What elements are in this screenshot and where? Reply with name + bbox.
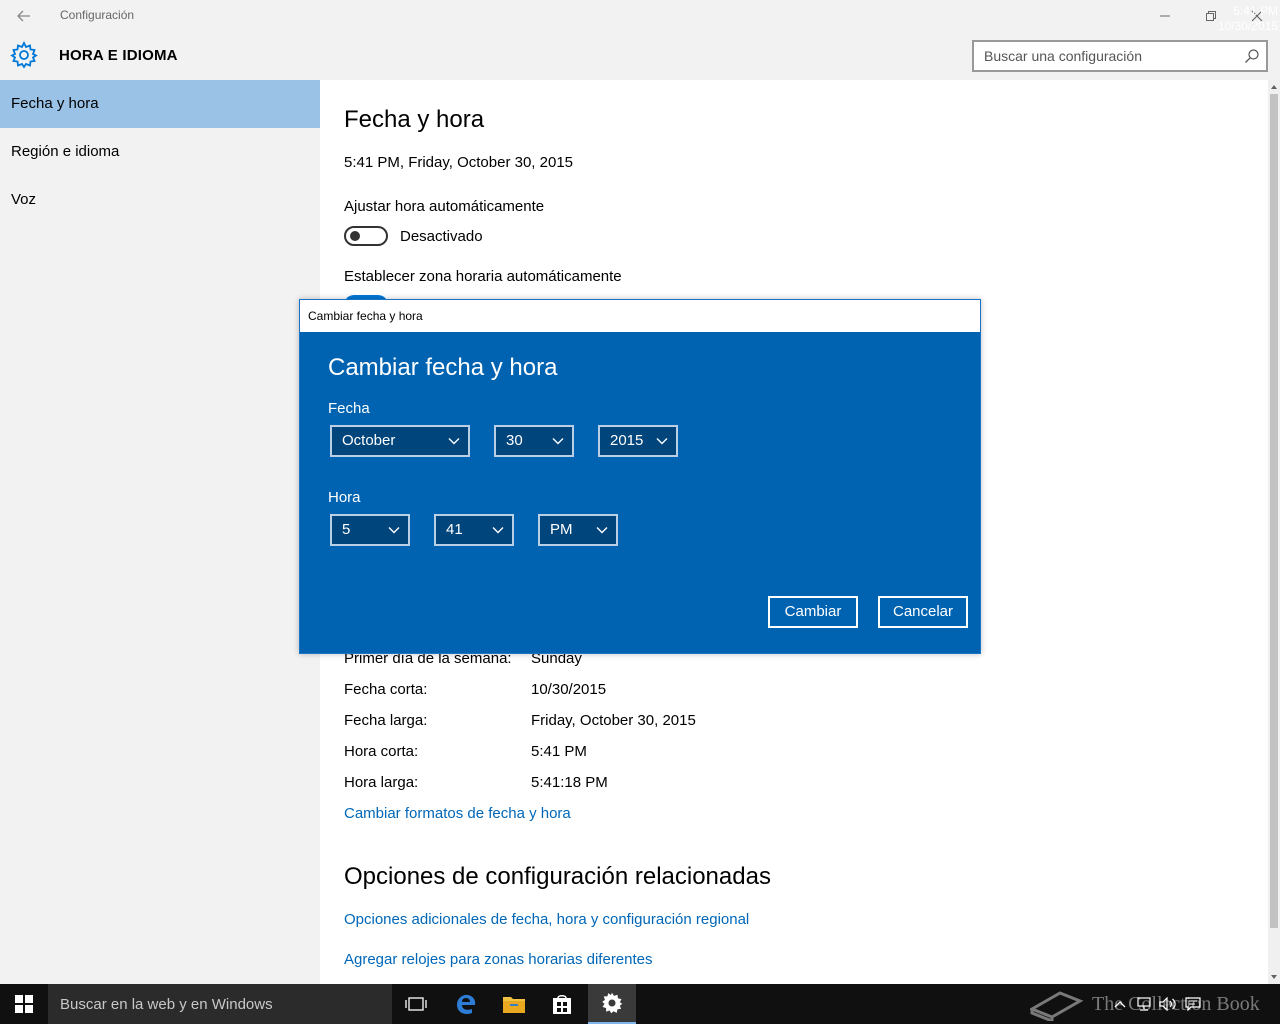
change-formats-link[interactable]: Cambiar formatos de fecha y hora — [344, 805, 571, 822]
dialog-window-title: Cambiar fecha y hora — [308, 309, 423, 323]
window-title: Configuración — [60, 8, 135, 22]
taskbar-clock[interactable]: 5:41 PM 10/30/2015 — [1206, 4, 1278, 34]
task-view-icon — [405, 997, 427, 1011]
app-header: HORA E IDIOMA Buscar una configuración — [0, 32, 1280, 80]
volume-button[interactable] — [1156, 984, 1180, 1024]
clock-time: 5:41 PM — [1233, 4, 1278, 18]
auto-timezone-label: Establecer zona horaria automáticamente — [344, 268, 622, 285]
file-explorer-button[interactable] — [490, 984, 538, 1024]
sidebar: Fecha y hora Región e idioma Voz — [0, 80, 320, 984]
time-label: Hora — [328, 489, 361, 506]
minimize-icon — [1160, 15, 1170, 17]
network-button[interactable] — [1132, 984, 1156, 1024]
auto-time-state: Desactivado — [400, 228, 483, 245]
cancel-button[interactable]: Cancelar — [878, 596, 968, 628]
edge-icon — [457, 994, 476, 1015]
chevron-down-icon — [492, 527, 504, 534]
year-value: 2015 — [610, 432, 644, 449]
hour-value: 5 — [342, 521, 351, 538]
clock-date: 10/30/2015 — [1217, 19, 1278, 33]
ampm-select[interactable]: PM — [538, 514, 618, 546]
search-icon[interactable] — [1244, 48, 1260, 64]
settings-taskbar-button[interactable] — [588, 984, 636, 1024]
book-logo-icon — [1030, 991, 1084, 1021]
scroll-up-icon[interactable] — [1268, 81, 1280, 93]
speaker-icon — [1159, 997, 1176, 1011]
windows-logo-icon — [15, 995, 33, 1013]
edge-browser-button[interactable] — [442, 984, 490, 1024]
scroll-down-icon[interactable] — [1268, 971, 1280, 983]
chevron-down-icon — [388, 527, 400, 534]
format-label-short-time: Hora corta: — [344, 743, 419, 760]
taskbar-search-input[interactable]: Buscar en la web y en Windows — [48, 984, 392, 1024]
month-value: October — [342, 432, 396, 449]
chevron-down-icon — [656, 438, 668, 445]
year-select[interactable]: 2015 — [598, 425, 678, 457]
format-value-short-date: 10/30/2015 — [531, 681, 607, 698]
sidebar-item-voz[interactable]: Voz — [0, 176, 320, 224]
show-hidden-icons-button[interactable] — [1108, 984, 1132, 1024]
date-label: Fecha — [328, 400, 370, 417]
current-datetime: 5:41 PM, Friday, October 30, 2015 — [344, 154, 574, 171]
ampm-value: PM — [550, 521, 573, 538]
dialog-title-bar: Cambiar fecha y hora — [300, 300, 980, 332]
minute-select[interactable]: 41 — [434, 514, 514, 546]
chevron-down-icon — [552, 438, 564, 445]
minimize-button[interactable] — [1142, 0, 1188, 32]
change-button[interactable]: Cambiar — [768, 596, 858, 628]
sidebar-item-region-e-idioma[interactable]: Región e idioma — [0, 128, 320, 176]
add-clocks-link[interactable]: Agregar relojes para zonas horarias dife… — [344, 951, 653, 968]
day-select[interactable]: 30 — [494, 425, 574, 457]
auto-time-toggle[interactable] — [344, 226, 388, 246]
network-icon — [1137, 997, 1151, 1011]
store-icon — [553, 995, 571, 1014]
month-select[interactable]: October — [330, 425, 470, 457]
page-title: Fecha y hora — [344, 106, 485, 133]
sidebar-item-fecha-y-hora[interactable]: Fecha y hora — [0, 80, 320, 128]
title-bar: Configuración — [0, 0, 1280, 32]
task-view-button[interactable] — [392, 984, 440, 1024]
toggle-knob — [350, 231, 360, 241]
auto-time-label: Ajustar hora automáticamente — [344, 198, 545, 215]
day-value: 30 — [506, 432, 523, 449]
back-arrow-icon[interactable] — [12, 6, 36, 26]
store-button[interactable] — [538, 984, 586, 1024]
hour-select[interactable]: 5 — [330, 514, 410, 546]
chevron-up-icon — [1114, 1001, 1126, 1008]
search-placeholder: Buscar una configuración — [984, 48, 1142, 64]
settings-search-input[interactable]: Buscar una configuración — [972, 40, 1268, 72]
chevron-down-icon — [448, 438, 460, 445]
notification-icon — [1185, 997, 1201, 1011]
action-center-button[interactable] — [1180, 984, 1206, 1024]
change-datetime-dialog: Cambiar fecha y hora Cambiar fecha y hor… — [299, 299, 981, 654]
chevron-down-icon — [596, 527, 608, 534]
format-label-long-time: Hora larga: — [344, 774, 419, 791]
taskbar-search-placeholder: Buscar en la web y en Windows — [60, 996, 273, 1013]
section-title: HORA E IDIOMA — [59, 47, 178, 64]
minute-value: 41 — [446, 521, 463, 538]
gear-icon — [10, 40, 38, 69]
related-settings-heading: Opciones de configuración relacionadas — [344, 863, 771, 890]
format-value-long-time: 5:41:18 PM — [531, 774, 608, 791]
dialog-heading: Cambiar fecha y hora — [328, 354, 558, 381]
format-value-long-date: Friday, October 30, 2015 — [531, 712, 696, 729]
format-value-short-time: 5:41 PM — [531, 743, 587, 760]
scrollbar-thumb[interactable] — [1270, 94, 1278, 928]
format-label-long-date: Fecha larga: — [344, 712, 428, 729]
gear-icon — [602, 992, 623, 1014]
start-button[interactable] — [0, 984, 48, 1024]
format-label-short-date: Fecha corta: — [344, 681, 428, 698]
folder-icon — [503, 997, 525, 1013]
additional-regional-settings-link[interactable]: Opciones adicionales de fecha, hora y co… — [344, 911, 749, 928]
